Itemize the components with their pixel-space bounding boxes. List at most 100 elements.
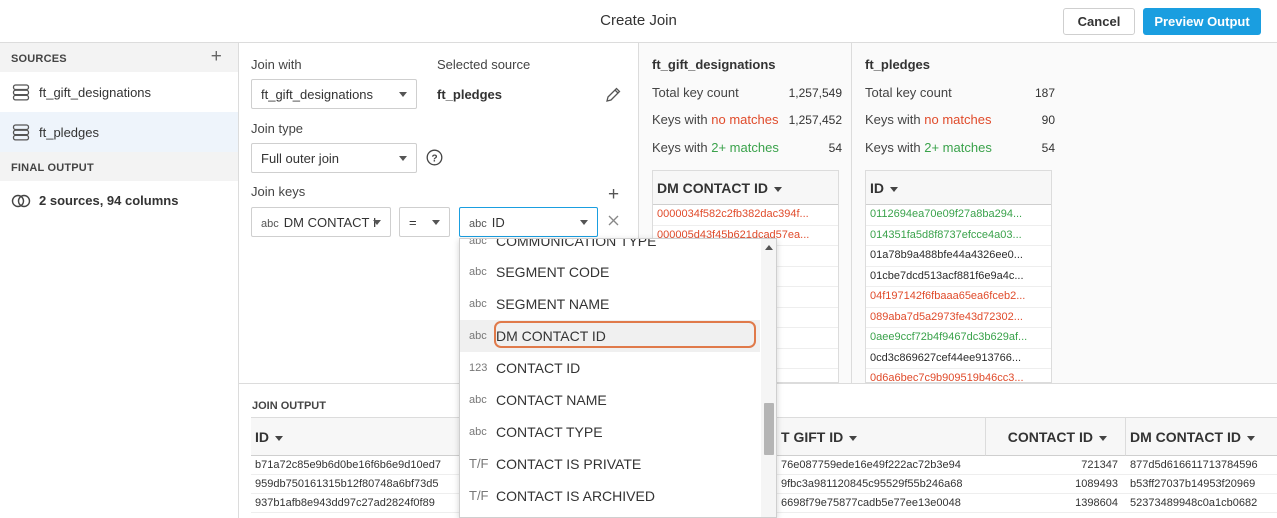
help-icon[interactable]: ? <box>426 149 443 169</box>
panel-pledges: ft_pledges Total key count 187 Keys with… <box>851 43 1277 383</box>
join-type-label: Join type <box>251 121 304 136</box>
source-label: ft_pledges <box>39 125 99 140</box>
menu-item-segment-code[interactable]: abc SEGMENT CODE <box>460 256 760 288</box>
table-cell: 1398604 <box>986 494 1126 513</box>
right-key-value: ID <box>491 215 505 230</box>
chevron-down-icon <box>432 220 440 225</box>
join-keys-label: Join keys <box>251 184 306 199</box>
panel-title: ft_pledges <box>865 57 931 72</box>
scroll-up-arrow-icon[interactable] <box>765 245 773 250</box>
top-bar: Create Join Cancel Preview Output <box>0 0 1277 43</box>
menu-item-contact-is-archived[interactable]: T/F CONTACT IS ARCHIVED <box>460 480 760 512</box>
table-cell: 959db750161315b12f80748a6bf73d5 <box>251 475 471 494</box>
table-cell: 721347 <box>986 456 1126 475</box>
chevron-down-icon <box>275 435 283 441</box>
menu-item-label: CONTACT NAME <box>496 392 607 408</box>
column-header-label: DM CONTACT ID <box>657 180 768 196</box>
table-cell: 76e087759ede16e49f222ac72b3e94 <box>777 456 986 475</box>
panel-title: ft_gift_designations <box>652 57 776 72</box>
svg-text:?: ? <box>431 153 437 164</box>
final-output-item[interactable]: 2 sources, 94 columns <box>0 181 238 221</box>
menu-item-label: CONTACT IS ARCHIVED <box>496 488 655 504</box>
source-item-ft-gift-designations[interactable]: ft_gift_designations <box>0 72 238 112</box>
table-cell: 937b1afb8e943dd97c27ad2824f0f89 <box>251 494 471 513</box>
keys-no-matches: Keys with no matches 1,257,452 <box>652 112 842 127</box>
key-cell: 0112694ea70e09f27a8ba294... <box>866 205 1051 226</box>
menu-item-contact-id[interactable]: 123 CONTACT ID <box>460 352 760 384</box>
stat-label: Keys with <box>865 140 925 155</box>
menu-item-label: CONTACT TYPE <box>496 424 603 440</box>
keys-multi-matches: Keys with 2+ matches 54 <box>865 140 1055 155</box>
stat-label: Total key count <box>652 85 739 100</box>
cancel-button[interactable]: Cancel <box>1063 8 1135 35</box>
chevron-down-icon <box>773 186 782 192</box>
menu-item-label: CONTACT ID <box>496 360 581 376</box>
menu-item-contact-type[interactable]: abc CONTACT TYPE <box>460 416 760 448</box>
source-label: ft_gift_designations <box>39 85 152 100</box>
multi-matches-word: 2+ matches <box>711 140 779 155</box>
sources-label: SOURCES <box>11 53 67 65</box>
no-matches-word: no matches <box>711 112 779 127</box>
join-type-select[interactable]: Full outer join <box>251 143 417 173</box>
type-abc-icon: abc <box>469 266 487 278</box>
column-header[interactable]: ID <box>866 171 1051 205</box>
menu-item-label: CONTACT IS PRIVATE <box>496 456 642 472</box>
keys-no-matches: Keys with no matches 90 <box>865 112 1055 127</box>
preview-output-button[interactable]: Preview Output <box>1143 8 1261 35</box>
add-source-icon[interactable]: + <box>211 46 222 68</box>
column-header-contact-id[interactable]: CONTACT ID <box>986 418 1126 456</box>
type-abc-icon: abc <box>469 238 487 247</box>
stat-value: 90 <box>1041 113 1055 127</box>
stat-value: 1,257,549 <box>788 86 842 100</box>
stat-label: Keys with <box>652 140 712 155</box>
join-output-title: JOIN OUTPUT <box>252 400 326 412</box>
source-item-ft-pledges[interactable]: ft_pledges <box>0 112 238 152</box>
pencil-icon[interactable] <box>604 86 622 107</box>
column-header-label: ID <box>870 180 884 196</box>
highlight-outline <box>494 321 756 348</box>
column-header-gift-id[interactable]: T GIFT ID <box>777 418 986 456</box>
menu-item-label: SEGMENT NAME <box>496 296 610 312</box>
table-cell: 877d5d616611713784596 <box>1126 456 1277 475</box>
join-with-select[interactable]: ft_gift_designations <box>251 79 417 109</box>
type-abc-icon: abc <box>469 394 487 406</box>
scrollbar-thumb[interactable] <box>764 403 774 455</box>
key-cell: 01cbe7dcd513acf881f6e9a4c... <box>866 267 1051 287</box>
right-key-select[interactable]: abc ID <box>459 207 598 237</box>
key-cell: 0d6a6bec7c9b909519b46cc3... <box>866 369 1051 382</box>
type-boolean-icon: T/F <box>469 488 489 503</box>
add-join-key-icon[interactable]: + <box>608 184 619 206</box>
operator-value: = <box>409 215 417 230</box>
menu-item-contact-is-private[interactable]: T/F CONTACT IS PRIVATE <box>460 448 760 480</box>
key-cell: 0cd3c869627cef44ee913766... <box>866 349 1051 369</box>
key-cell: 0000034f582c2fb382dac394f... <box>653 205 838 226</box>
final-output-value: 2 sources, 94 columns <box>39 193 179 208</box>
menu-item-segment-name[interactable]: abc SEGMENT NAME <box>460 288 760 320</box>
menu-item-contact-name[interactable]: abc CONTACT NAME <box>460 384 760 416</box>
type-abc-icon: abc <box>469 218 487 230</box>
join-with-value: ft_gift_designations <box>261 87 374 102</box>
selected-source-value: ft_pledges <box>437 87 503 102</box>
column-header-label: ID <box>255 429 269 445</box>
menu-item-dm-contact-id[interactable]: abc DM CONTACT ID <box>460 320 760 352</box>
remove-key-icon[interactable] <box>608 214 619 229</box>
column-header[interactable]: DM CONTACT ID <box>653 171 838 205</box>
join-type-value: Full outer join <box>261 151 340 166</box>
no-matches-word: no matches <box>924 112 992 127</box>
type-boolean-icon: T/F <box>469 456 489 471</box>
left-key-select[interactable]: abc DM CONTACT I <box>251 207 391 237</box>
chevron-down-icon <box>1246 435 1255 441</box>
column-header-dm-contact-id[interactable]: DM CONTACT ID <box>1126 418 1277 456</box>
type-abc-icon: abc <box>469 426 487 438</box>
operator-select[interactable]: = <box>399 207 450 237</box>
stat-value: 54 <box>1041 141 1055 155</box>
stat-label: Keys with <box>865 112 925 127</box>
dropdown-scrollbar[interactable] <box>761 239 776 517</box>
key-cell: 01a78b9a488bfe44a4326ee0... <box>866 246 1051 267</box>
menu-item-communication-type[interactable]: abc COMMUNICATION TYPE <box>460 238 760 257</box>
menu-item-label: COMMUNICATION TYPE <box>496 238 657 249</box>
column-header-id[interactable]: ID <box>251 418 471 456</box>
table-cell: 9fbc3a981120845c95529f55b246a68 <box>777 475 986 494</box>
stat-value: 1,257,452 <box>788 113 842 127</box>
keys-multi-matches: Keys with 2+ matches 54 <box>652 140 842 155</box>
